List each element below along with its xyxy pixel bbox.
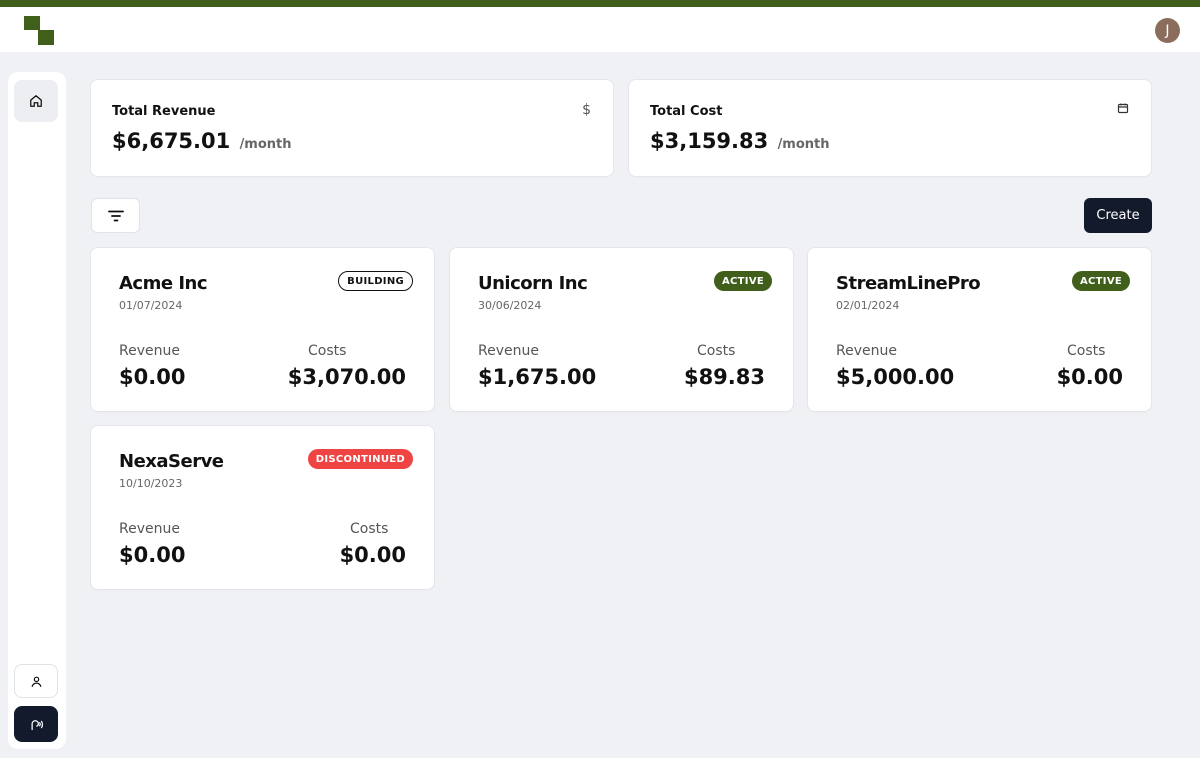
revenue-label: Revenue	[119, 343, 180, 359]
project-date: 01/07/2024	[119, 299, 183, 312]
costs-value: $3,070.00	[287, 365, 406, 389]
project-card-acme[interactable]: Acme Inc BUILDING 01/07/2024 Revenue $0.…	[91, 248, 434, 411]
project-card-streamlinepro[interactable]: StreamLinePro ACTIVE 02/01/2024 Revenue …	[808, 248, 1151, 411]
costs-label: Costs	[350, 521, 389, 537]
revenue-value: $0.00	[119, 543, 186, 567]
total-revenue-value: $6,675.01 /month	[112, 129, 292, 153]
filter-button[interactable]	[91, 198, 140, 233]
costs-value: $89.83	[683, 365, 765, 389]
project-name: Acme Inc	[119, 273, 208, 294]
revenue-value: $0.00	[119, 365, 186, 389]
project-name: NexaServe	[119, 451, 224, 472]
total-revenue-unit: /month	[239, 137, 292, 152]
create-button[interactable]: Create	[1084, 198, 1152, 233]
revenue-label: Revenue	[119, 521, 180, 537]
sidebar-item-profile[interactable]	[14, 664, 58, 698]
project-date: 10/10/2023	[119, 477, 183, 490]
header: J	[0, 7, 1200, 52]
total-cost-title: Total Cost	[650, 104, 723, 119]
status-badge: ACTIVE	[1072, 271, 1130, 291]
revenue-label: Revenue	[836, 343, 897, 359]
status-badge: DISCONTINUED	[307, 449, 413, 469]
total-cost-value: $3,159.83 /month	[650, 129, 830, 153]
avatar[interactable]: J	[1155, 18, 1180, 43]
revenue-value: $5,000.00	[836, 365, 955, 389]
top-accent-bar	[0, 0, 1200, 7]
costs-label: Costs	[1067, 343, 1106, 359]
total-revenue-card: Total Revenue $ $6,675.01 /month	[91, 80, 613, 176]
project-card-nexaserve[interactable]: NexaServe DISCONTINUED 10/10/2023 Revenu…	[91, 426, 434, 589]
revenue-label: Revenue	[478, 343, 539, 359]
home-icon	[30, 95, 42, 107]
avatar-initial: J	[1165, 22, 1170, 39]
costs-value: $0.00	[339, 543, 406, 567]
total-revenue-amount: $6,675.01	[112, 129, 231, 153]
sidebar-item-home[interactable]	[14, 80, 58, 122]
status-badge: ACTIVE	[714, 271, 772, 291]
status-badge: BUILDING	[338, 271, 413, 291]
costs-label: Costs	[697, 343, 736, 359]
project-name: StreamLinePro	[836, 273, 981, 294]
project-name: Unicorn Inc	[478, 273, 588, 294]
sidebar	[8, 72, 66, 749]
logo[interactable]	[24, 16, 54, 46]
filter-icon	[107, 210, 124, 221]
project-card-unicorn[interactable]: Unicorn Inc ACTIVE 30/06/2024 Revenue $1…	[450, 248, 793, 411]
total-cost-amount: $3,159.83	[650, 129, 769, 153]
dollar-icon: $	[582, 102, 591, 118]
total-cost-card: Total Cost $3,159.83 /month	[629, 80, 1151, 176]
user-icon	[31, 676, 41, 687]
costs-value: $0.00	[1056, 365, 1123, 389]
sidebar-item-support[interactable]	[14, 706, 58, 742]
support-icon	[31, 719, 43, 730]
calendar-icon	[1117, 102, 1129, 118]
project-date: 02/01/2024	[836, 299, 900, 312]
revenue-value: $1,675.00	[478, 365, 597, 389]
total-cost-unit: /month	[777, 137, 830, 152]
project-date: 30/06/2024	[478, 299, 542, 312]
total-revenue-title: Total Revenue	[112, 104, 216, 119]
costs-label: Costs	[308, 343, 347, 359]
